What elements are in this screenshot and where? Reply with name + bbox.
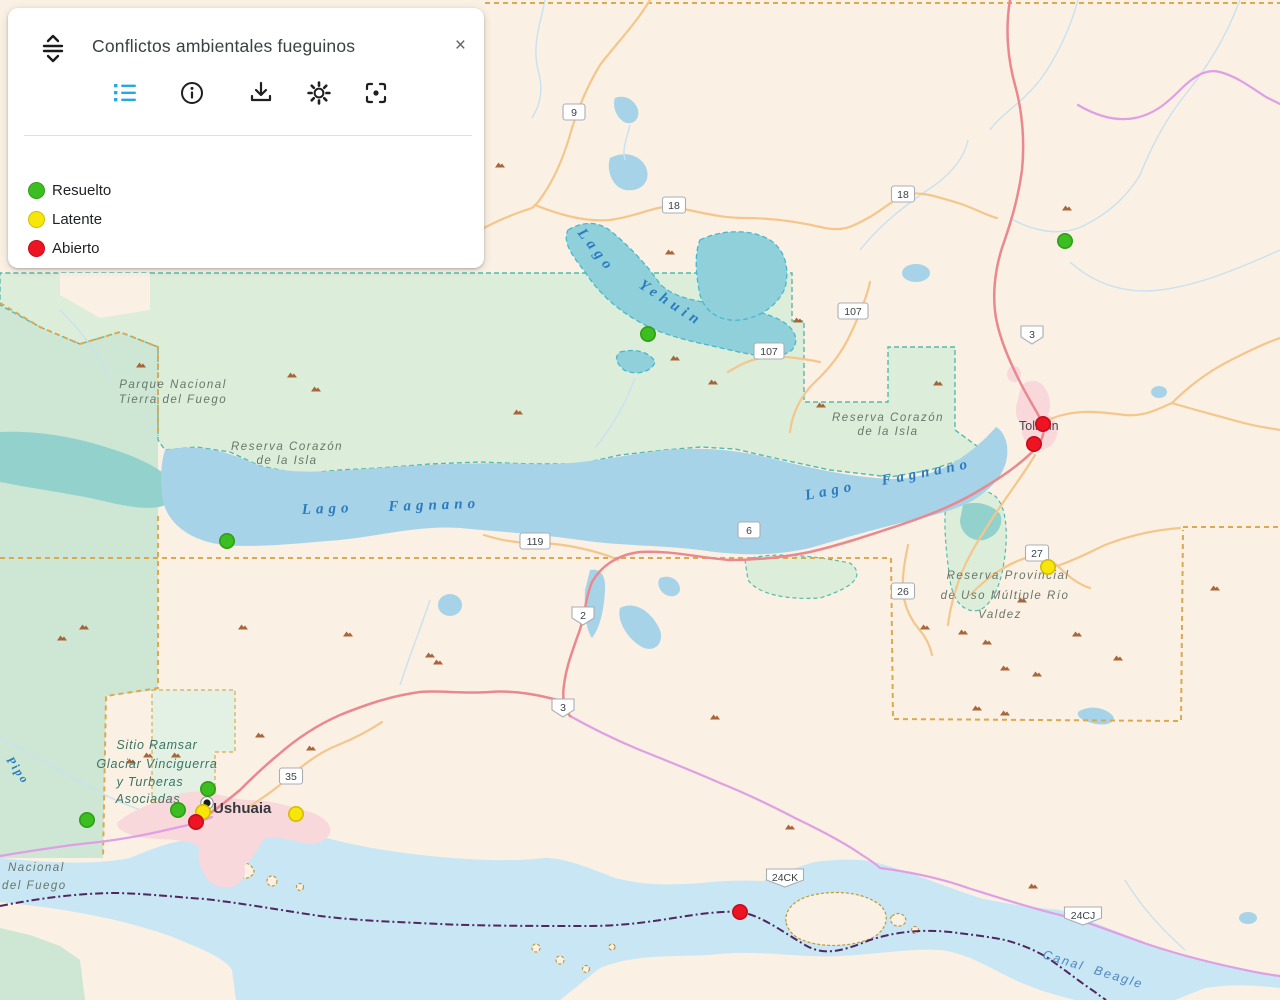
- conflict-marker-latente[interactable]: [1041, 560, 1055, 574]
- conflict-marker-abierto[interactable]: [1036, 417, 1050, 431]
- area-label: Reserva Corazón: [832, 412, 944, 424]
- center-map-icon[interactable]: [363, 80, 389, 106]
- conflict-marker-resuelto[interactable]: [641, 327, 655, 341]
- legend-panel: Conflictos ambientales fueguinos ×: [8, 8, 484, 268]
- conflict-marker-resuelto[interactable]: [220, 534, 234, 548]
- panel-toolbar: [8, 80, 484, 118]
- area-label: Sitio Ramsar: [116, 738, 197, 752]
- svg-text:107: 107: [844, 306, 862, 318]
- legend-dot-abierto: [28, 240, 45, 257]
- conflict-marker-resuelto[interactable]: [1058, 234, 1072, 248]
- svg-text:18: 18: [668, 200, 680, 212]
- svg-text:2: 2: [580, 610, 586, 622]
- legend-label: Resuelto: [52, 182, 111, 199]
- legend-label: Latente: [52, 211, 102, 228]
- legend-list-icon[interactable]: [112, 80, 138, 106]
- area-label: Parque Nacional: [119, 379, 227, 391]
- legend-dot-resuelto: [28, 182, 45, 199]
- close-icon[interactable]: ×: [455, 36, 466, 55]
- route-shield-18: 18: [663, 197, 686, 213]
- info-icon[interactable]: [179, 80, 205, 106]
- route-shield-107: 107: [754, 343, 784, 359]
- conflict-marker-resuelto[interactable]: [171, 803, 185, 817]
- route-shield-26: 26: [892, 583, 915, 599]
- area-label: Tierra del Fuego: [119, 394, 227, 406]
- svg-text:119: 119: [527, 536, 544, 548]
- legend-label: Abierto: [52, 240, 100, 257]
- area-label: Nacional: [8, 862, 65, 874]
- svg-text:9: 9: [571, 107, 577, 119]
- route-shield-27: 27: [1026, 545, 1049, 561]
- drag-handle-icon[interactable]: [40, 32, 66, 66]
- conflict-marker-abierto[interactable]: [733, 905, 747, 919]
- svg-text:6: 6: [746, 525, 752, 537]
- area-label: de la Isla: [857, 426, 918, 438]
- svg-text:24CJ: 24CJ: [1071, 910, 1096, 922]
- legend-item-resuelto[interactable]: Resuelto: [28, 176, 111, 205]
- legend-item-latente[interactable]: Latente: [28, 205, 111, 234]
- conflict-marker-abierto[interactable]: [1027, 437, 1041, 451]
- svg-text:3: 3: [560, 702, 566, 714]
- area-label: de Uso Múltiple Río: [941, 590, 1070, 602]
- route-shield-35: 35: [280, 768, 303, 784]
- conflict-marker-abierto[interactable]: [189, 815, 203, 829]
- route-shield-18: 18: [892, 186, 915, 202]
- panel-title: Conflictos ambientales fueguinos: [92, 36, 355, 57]
- panel-divider: [24, 135, 472, 136]
- area-label: Asociadas: [115, 792, 181, 806]
- conflict-marker-resuelto[interactable]: [80, 813, 94, 827]
- svg-text:24CK: 24CK: [772, 872, 798, 884]
- settings-gear-icon[interactable]: [306, 80, 332, 106]
- svg-text:35: 35: [285, 771, 297, 783]
- route-shield-6: 6: [738, 522, 760, 538]
- svg-text:107: 107: [760, 346, 778, 358]
- conflict-marker-resuelto[interactable]: [201, 782, 215, 796]
- conflict-marker-latente[interactable]: [289, 807, 303, 821]
- panel-header: Conflictos ambientales fueguinos ×: [8, 8, 484, 68]
- svg-text:26: 26: [897, 586, 909, 598]
- city-label: Ushuaia: [213, 800, 272, 817]
- svg-text:3: 3: [1029, 329, 1035, 341]
- route-shield-119: 119: [520, 533, 550, 549]
- map-application: Parque Nacional Tierra del Fuego Reserva C…: [0, 0, 1280, 1000]
- area-label: del Fuego: [2, 880, 67, 892]
- area-label: Glaciar Vinciguerra: [96, 757, 217, 771]
- svg-text:27: 27: [1031, 548, 1043, 560]
- svg-text:18: 18: [897, 189, 909, 201]
- area-label: Valdez: [978, 609, 1022, 621]
- area-label: Reserva Corazón: [231, 441, 343, 453]
- route-shield-107: 107: [838, 303, 868, 319]
- legend-item-abierto[interactable]: Abierto: [28, 234, 111, 263]
- legend: Resuelto Latente Abierto: [28, 176, 111, 263]
- legend-dot-latente: [28, 211, 45, 228]
- area-label: de la Isla: [256, 455, 317, 467]
- route-shield-9: 9: [563, 104, 585, 120]
- download-icon[interactable]: [248, 80, 274, 106]
- area-label: y Turberas: [116, 775, 184, 789]
